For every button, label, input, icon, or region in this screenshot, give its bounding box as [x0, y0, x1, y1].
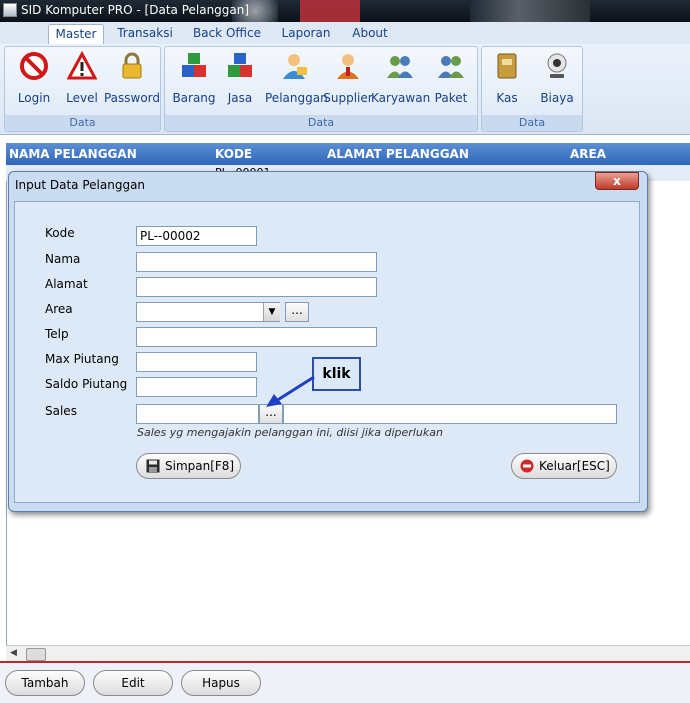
tab-laporan[interactable]: Laporan: [278, 24, 334, 44]
sales-code-field[interactable]: [136, 404, 259, 424]
jasa-label: Jasa: [227, 91, 253, 105]
kode-label: Kode: [45, 226, 75, 240]
warning-icon: [67, 51, 97, 80]
dialog-title: Input Data Pelanggan: [15, 178, 146, 192]
nama-field[interactable]: [136, 252, 377, 272]
grid-header: NAMA PELANGGAN KODE ALAMAT PELANGGAN ARE…: [6, 143, 690, 165]
desktop-background: [300, 0, 360, 22]
cashbook-icon: [497, 53, 517, 79]
hapus-button[interactable]: Hapus: [181, 670, 261, 696]
bottom-toolbar: Tambah Edit Hapus: [0, 663, 690, 703]
ribbon-group-security: Login Level Password Data: [4, 46, 161, 132]
area-label: Area: [45, 302, 73, 316]
annotation-arrow-icon: [266, 375, 315, 407]
scroll-thumb[interactable]: [26, 648, 46, 661]
pelanggan-label: Pelanggan: [265, 91, 328, 105]
sales-name-field[interactable]: [283, 404, 617, 424]
tab-transaksi[interactable]: Transaksi: [114, 24, 176, 44]
simpan-button[interactable]: Simpan[F8]: [136, 453, 241, 479]
group-label: Data: [165, 115, 477, 131]
nama-label: Nama: [45, 252, 81, 266]
group-label: Data: [5, 115, 160, 131]
customer-icon: [283, 54, 307, 79]
pelanggan-button[interactable]: Pelanggan: [265, 51, 328, 105]
column-header-nama[interactable]: NAMA PELANGGAN: [9, 147, 137, 161]
title-bar: SID Komputer PRO - [Data Pelanggan]: [0, 0, 690, 22]
close-icon: x: [613, 174, 621, 188]
telp-field[interactable]: [136, 327, 377, 347]
kode-field[interactable]: PL--00002: [136, 226, 257, 246]
simpan-label: Simpan[F8]: [165, 459, 235, 473]
window-title: SID Komputer PRO - [Data Pelanggan]: [21, 3, 250, 17]
jasa-button[interactable]: Jasa: [211, 51, 269, 105]
max-piutang-field[interactable]: [136, 352, 257, 372]
group-label: Data: [482, 115, 582, 131]
sales-label: Sales: [45, 404, 77, 418]
cubes-icon: [228, 53, 252, 77]
password-label: Password: [103, 91, 161, 105]
package-icon: [438, 56, 464, 78]
biaya-button[interactable]: Biaya: [528, 51, 586, 105]
karyawan-label: Karyawan: [371, 91, 431, 105]
area-lookup-button[interactable]: ...: [285, 302, 309, 322]
saldo-piutang-field[interactable]: [136, 377, 257, 397]
webcam-icon: [547, 53, 567, 78]
max-piutang-label: Max Piutang: [45, 352, 119, 366]
alamat-label: Alamat: [45, 277, 88, 291]
form-panel: Kode PL--00002 Nama Alamat Area ▼ ... Te…: [14, 201, 640, 503]
karyawan-button[interactable]: Karyawan: [371, 51, 431, 105]
tambah-button[interactable]: Tambah: [5, 670, 85, 696]
edit-button[interactable]: Edit: [93, 670, 173, 696]
horizontal-scrollbar[interactable]: ◀: [6, 645, 690, 662]
supplier-icon: [337, 54, 359, 79]
app-icon: [3, 3, 17, 17]
saldo-piutang-label: Saldo Piutang: [45, 377, 128, 391]
ribbon-group-master-data: Barang Jasa Pelanggan Supplier Karyawan …: [164, 46, 478, 132]
supplier-label: Supplier: [323, 91, 373, 105]
tab-master[interactable]: Master: [48, 24, 104, 45]
password-button[interactable]: Password: [103, 51, 161, 105]
paket-label: Paket: [434, 91, 468, 105]
column-header-area[interactable]: AREA: [570, 147, 606, 161]
alamat-field[interactable]: [136, 277, 377, 297]
paket-button[interactable]: Paket: [422, 51, 480, 105]
padlock-icon: [122, 52, 142, 79]
scroll-left-icon[interactable]: ◀: [10, 648, 17, 658]
tab-back-office[interactable]: Back Office: [190, 24, 264, 44]
biaya-label: Biaya: [540, 91, 574, 105]
supplier-button[interactable]: Supplier: [319, 51, 377, 105]
close-button[interactable]: x: [595, 172, 639, 190]
employees-icon: [387, 56, 413, 78]
exit-icon: [520, 459, 534, 473]
floppy-disk-icon: [146, 459, 160, 473]
no-entry-icon: [20, 52, 48, 80]
annotation-callout: klik: [312, 357, 361, 391]
input-pelanggan-dialog: Input Data Pelanggan x Kode PL--00002 Na…: [8, 171, 648, 512]
keluar-label: Keluar[ESC]: [539, 459, 610, 473]
desktop-background: [470, 0, 590, 22]
ribbon-group-finance: Kas Biaya Data: [481, 46, 583, 132]
area-select[interactable]: [136, 302, 280, 322]
sales-hint: Sales yg mengajakin pelanggan ini, diisi…: [137, 426, 443, 439]
column-header-alamat[interactable]: ALAMAT PELANGGAN: [327, 147, 469, 161]
chevron-down-icon[interactable]: ▼: [263, 303, 280, 321]
keluar-button[interactable]: Keluar[ESC]: [511, 453, 617, 479]
column-header-kode[interactable]: KODE: [215, 147, 252, 161]
cubes-icon: [182, 53, 206, 77]
ribbon-tabs: Master Transaksi Back Office Laporan Abo…: [0, 22, 690, 45]
tab-about[interactable]: About: [348, 24, 392, 44]
telp-label: Telp: [45, 327, 69, 341]
ribbon-panel: Login Level Password Data Barang Jasa Pe…: [0, 44, 690, 135]
